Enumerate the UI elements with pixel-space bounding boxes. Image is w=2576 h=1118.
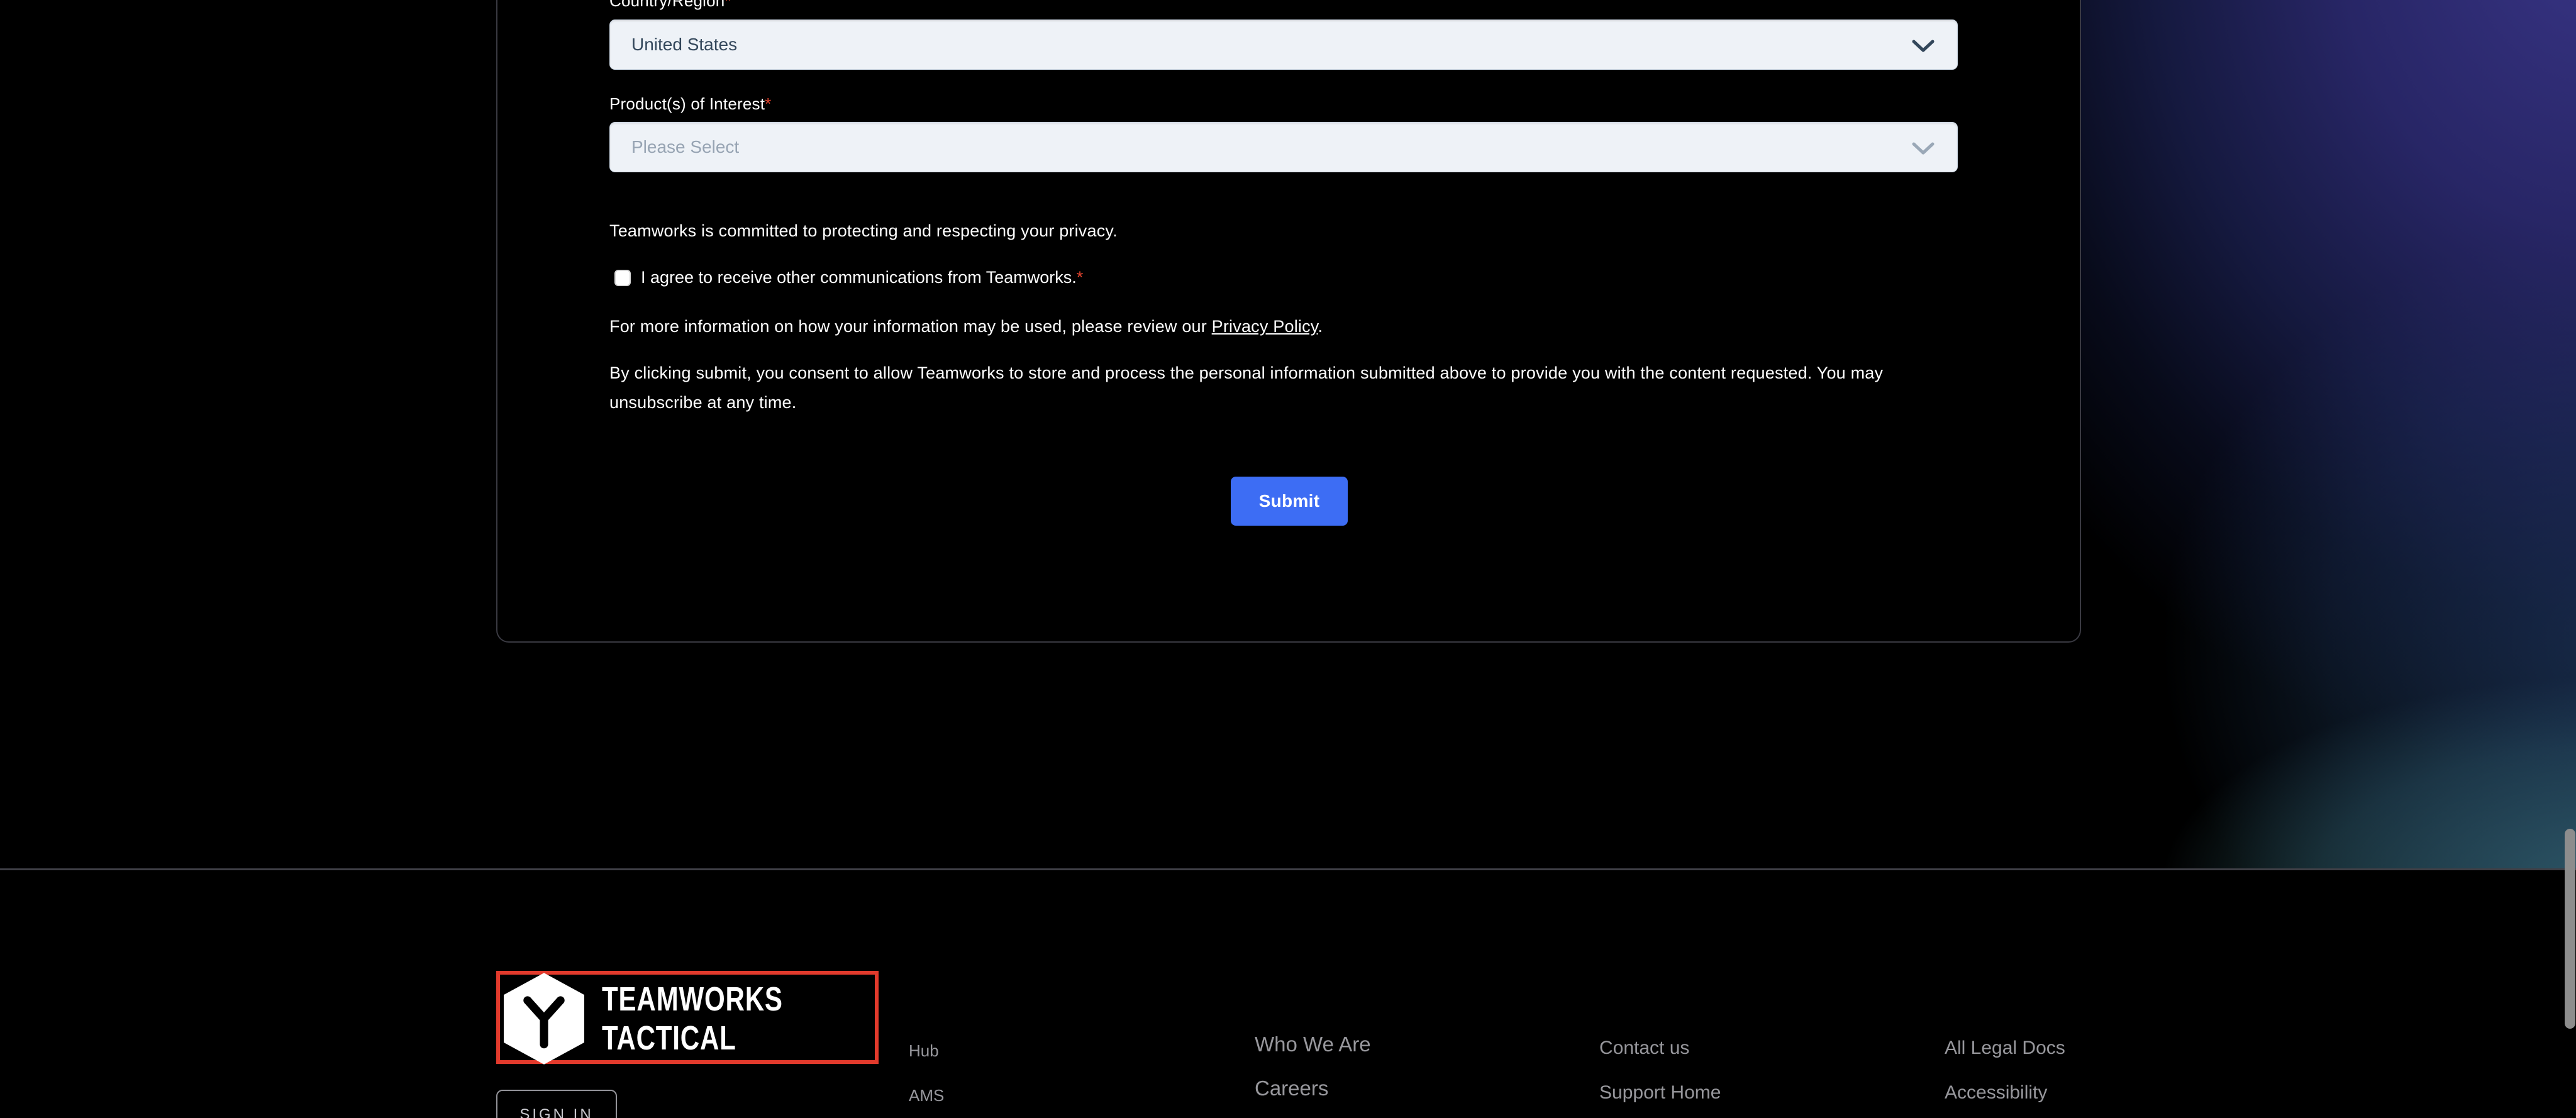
footer-link-all-legal-docs[interactable]: All Legal Docs [1945,1038,2065,1059]
required-asterisk: * [765,94,771,113]
products-of-interest-label: Product(s) of Interest* [609,94,772,114]
info-text-prefix: For more information on how your informa… [609,317,1212,336]
page: Country/Region* United States Product(s)… [0,0,2576,1118]
footer-link-hub[interactable]: Hub [909,1041,939,1061]
footer-link-ams[interactable]: AMS [909,1086,944,1105]
logo-line-2: TACTICAL [602,1019,783,1058]
footer-link-support-home[interactable]: Support Home [1599,1082,1721,1104]
footer-link-who-we-are[interactable]: Who We Are [1255,1032,1371,1056]
teamworks-hexagon-y-icon [504,973,584,1065]
footer-link-contact-us[interactable]: Contact us [1599,1038,1689,1059]
contact-form-card: Country/Region* United States Product(s)… [496,0,2081,643]
logo-line-1: TEAMWORKS [602,980,783,1019]
hero-gradient-section: Country/Region* United States Product(s)… [0,0,2576,869]
privacy-policy-link[interactable]: Privacy Policy [1212,317,1318,336]
info-text: For more information on how your informa… [609,312,1323,341]
sign-in-button[interactable]: SIGN IN [496,1090,617,1118]
submit-disclaimer-text: By clicking submit, you consent to allow… [609,358,1980,418]
country-select-value: United States [631,35,737,55]
teamworks-tactical-logo[interactable]: TEAMWORKS TACTICAL [496,971,879,1064]
scrollbar-track[interactable] [2564,0,2576,1118]
required-asterisk: * [1077,268,1084,287]
consent-label-text: I agree to receive other communications … [641,268,1077,287]
required-asterisk: * [724,0,731,10]
consent-row: I agree to receive other communications … [614,268,1083,287]
info-text-suffix: . [1318,317,1323,336]
chevron-down-icon [1912,141,1935,155]
consent-label: I agree to receive other communications … [641,268,1083,287]
scrollbar-thumb[interactable] [2565,829,2575,1029]
country-region-label: Country/Region* [609,0,731,11]
chevron-down-icon [1912,39,1935,53]
logo-wordmark: TEAMWORKS TACTICAL [602,980,783,1058]
submit-button[interactable]: Submit [1231,477,1348,526]
footer-link-accessibility[interactable]: Accessibility [1945,1082,2047,1104]
products-select-placeholder: Please Select [631,137,739,157]
products-of-interest-label-text: Product(s) of Interest [609,94,765,113]
country-region-label-text: Country/Region [609,0,724,10]
country-select[interactable]: United States [609,19,1958,70]
footer-link-careers[interactable]: Careers [1255,1076,1328,1100]
consent-checkbox[interactable] [614,270,631,286]
privacy-intro-text: Teamworks is committed to protecting and… [609,216,1118,246]
footer: TEAMWORKS TACTICAL SIGN IN Hub AMS Who W… [0,870,2576,1118]
products-select[interactable]: Please Select [609,122,1958,172]
